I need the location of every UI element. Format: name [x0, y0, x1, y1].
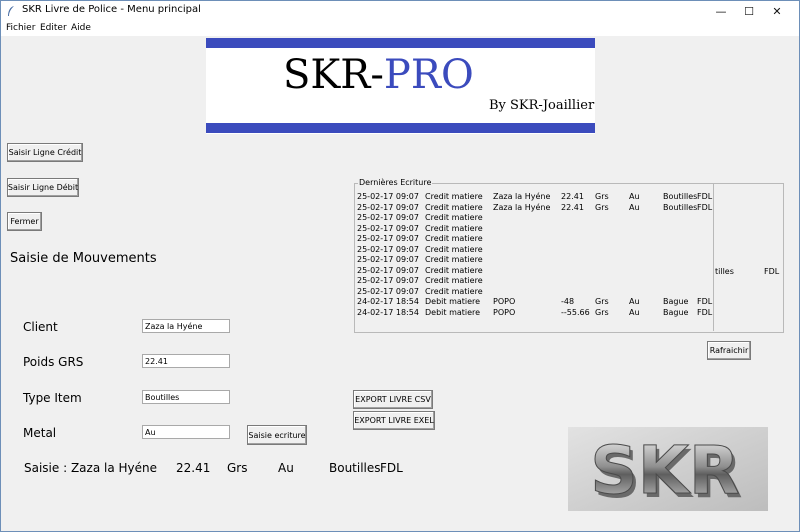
ledger-cell-code: FDL	[697, 192, 713, 201]
ledger-cell-date: 25-02-17 09:07	[357, 223, 419, 233]
ledger-cell-unit: Grs	[595, 202, 609, 212]
ledger-cell-date: 25-02-17 09:07	[357, 244, 419, 254]
ledger-cell-op: Credit matiere	[425, 265, 483, 275]
ledger-cell-date: 25-02-17 09:07	[357, 265, 419, 275]
ledger-cell-weight: --55.66	[561, 307, 590, 317]
ledger-cell-date: 25-02-17 09:07	[357, 213, 419, 222]
ledger-divider	[713, 184, 714, 331]
summary-code: FDL	[380, 461, 403, 475]
feather-icon	[8, 6, 14, 16]
ledger-cell-op: Credit matiere	[425, 276, 483, 285]
menu-fichier[interactable]: Fichier	[6, 23, 35, 33]
save-entry-button[interactable]: Saisie ecriture	[247, 425, 307, 445]
ledger-cell-op: Credit matiere	[425, 213, 483, 222]
ledger-cell-date: 25-02-17 09:07	[357, 192, 419, 201]
weight-input[interactable]: 22.41	[142, 354, 230, 368]
metal-input[interactable]: Au	[142, 425, 230, 439]
ledger-cell-op: Credit matiere	[425, 192, 483, 201]
client-input[interactable]: Zaza la Hyéne	[142, 319, 230, 333]
ledger-side-item: tilles	[715, 267, 734, 276]
banner-logo: SKR-PRO	[283, 52, 474, 98]
refresh-button[interactable]: Rafraichir	[707, 341, 751, 360]
ledger-cell-weight: 22.41	[561, 192, 584, 201]
summary-weight: 22.41	[176, 461, 211, 475]
item-type-label: Type Item	[23, 391, 82, 405]
ledger-cell-op: Credit matiere	[425, 255, 483, 264]
ledger-cell-metal: Au	[629, 202, 640, 212]
logo-pro-text: PRO	[383, 52, 474, 98]
ledger-cell-code: FDL	[697, 202, 713, 212]
ledger-cell-date: 25-02-17 09:07	[357, 234, 419, 243]
banner-bottom-bar	[206, 123, 595, 133]
ledger-cell-date: 24-02-17 18:54	[357, 297, 419, 306]
ledger-cell-op: Credit matiere	[425, 202, 483, 212]
ledger-cell-op: Credit matiere	[425, 223, 483, 233]
ledger-cell-code: FDL	[697, 297, 713, 306]
ledger-cell-client: Zaza la Hyéne	[493, 202, 551, 212]
ledger-cell-op: Debit matiere	[425, 297, 481, 306]
ledger-cell-item: Bague	[663, 297, 689, 306]
ledger-cell-date: 25-02-17 09:07	[357, 255, 419, 264]
close-button[interactable]: Fermer	[7, 212, 42, 231]
summary-item: Boutilles	[329, 461, 381, 475]
ledger-cell-item: Bague	[663, 307, 689, 317]
ledger-cell-unit: Grs	[595, 307, 609, 317]
export-csv-button[interactable]: EXPORT LIVRE CSV	[353, 390, 433, 409]
ledger-cell-date: 24-02-17 18:54	[357, 307, 419, 317]
window-title: SKR Livre de Police - Menu principal	[22, 4, 201, 15]
ledger-cell-op: Debit matiere	[425, 307, 481, 317]
menu-bar	[0, 22, 800, 36]
ledger-cell-date: 25-02-17 09:07	[357, 202, 419, 212]
debit-entry-button[interactable]: Saisir Ligne Débit	[7, 178, 79, 197]
item-type-input[interactable]: Boutilles	[142, 390, 230, 404]
ledger-cell-item: Boutilles	[663, 202, 698, 212]
menu-aide[interactable]: Aide	[71, 23, 91, 33]
ledger-cell-client: Zaza la Hyéne	[493, 192, 551, 201]
skr-logo-image: SKR SKR	[568, 427, 768, 513]
banner-top-bar	[206, 38, 595, 48]
ledger-cell-date: 25-02-17 09:07	[357, 276, 419, 285]
banner-byline: By SKR-Joaillier	[489, 98, 595, 113]
logo-skr-text: SKR-	[283, 52, 384, 98]
ledger-cell-unit: Grs	[595, 297, 609, 306]
summary-unit: Grs	[227, 461, 248, 475]
ledger-cell-op: Credit matiere	[425, 244, 483, 254]
skr-logo-text: SKR	[590, 432, 740, 509]
ledger-cell-op: Credit matiere	[425, 286, 483, 296]
weight-label: Poids GRS	[23, 355, 84, 369]
ledger-title: Dernières Ecriture	[358, 178, 433, 187]
ledger-cell-client: POPO	[493, 297, 516, 306]
ledger-cell-unit: Grs	[595, 192, 609, 201]
ledger-cell-op: Credit matiere	[425, 234, 483, 243]
credit-entry-button[interactable]: Saisir Ligne Crédit	[7, 143, 83, 162]
ledger-cell-code: FDL	[697, 307, 713, 317]
ledger-cell-weight: 22.41	[561, 202, 584, 212]
ledger-cell-metal: Au	[629, 192, 640, 201]
section-title: Saisie de Mouvements	[10, 251, 157, 266]
ledger-cell-item: Boutilles	[663, 192, 698, 201]
summary-metal: Au	[278, 461, 294, 475]
ledger-cell-weight: -48	[561, 297, 575, 306]
menu-editer[interactable]: Editer	[40, 23, 67, 33]
skr-logo-graphic: SKR SKR	[568, 427, 768, 513]
ledger-side-code: FDL	[764, 267, 780, 276]
ledger-cell-metal: Au	[629, 297, 640, 306]
metal-label: Metal	[23, 426, 57, 440]
ledger-cell-date: 25-02-17 09:07	[357, 286, 419, 296]
close-window-button[interactable]: ✕	[754, 0, 800, 22]
summary-prefix: Saisie : Zaza la Hyéne	[24, 461, 157, 475]
ledger-cell-client: POPO	[493, 307, 516, 317]
export-excel-button[interactable]: EXPORT LIVRE EXEL	[353, 411, 435, 430]
ledger-cell-metal: Au	[629, 307, 640, 317]
client-label: Client	[23, 320, 58, 334]
